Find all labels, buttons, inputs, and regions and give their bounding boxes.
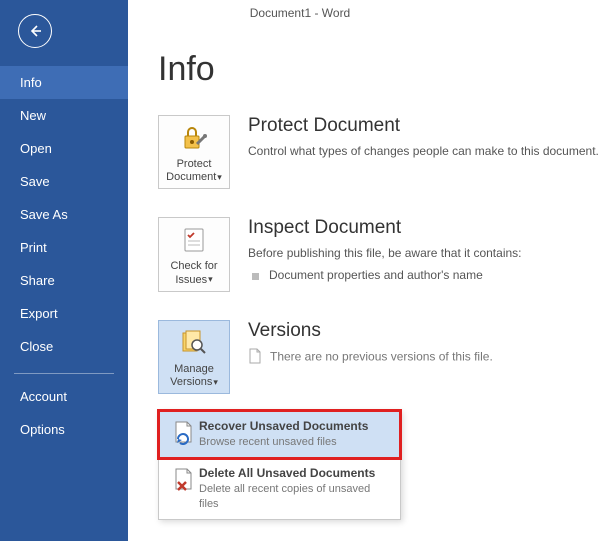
versions-desc-text: There are no previous versions of this f… <box>270 349 493 363</box>
back-button[interactable] <box>18 14 52 48</box>
inspect-bullet-text: Document properties and author's name <box>269 268 483 282</box>
manage-versions-button[interactable]: Manage Versions▾ <box>158 320 230 394</box>
protect-document-button[interactable]: Protect Document▾ <box>158 115 230 189</box>
sidebar-item-print[interactable]: Print <box>0 231 128 264</box>
protect-desc: Control what types of changes people can… <box>248 143 600 160</box>
section-protect: Protect Document▾ Protect Document Contr… <box>158 115 600 189</box>
sidebar-item-open[interactable]: Open <box>0 132 128 165</box>
versions-btn-line1: Manage <box>174 363 214 375</box>
document-refresh-icon <box>173 421 195 445</box>
recover-title: Recover Unsaved Documents <box>199 419 390 433</box>
manage-versions-dropdown: Recover Unsaved Documents Browse recent … <box>158 410 401 520</box>
dropdown-caret-icon: ▾ <box>213 377 218 388</box>
sidebar-item-info[interactable]: Info <box>0 66 128 99</box>
check-btn-line1: Check for <box>170 260 217 272</box>
check-issues-button[interactable]: Check for Issues▾ <box>158 217 230 291</box>
sidebar-item-saveas[interactable]: Save As <box>0 198 128 231</box>
inspect-desc: Before publishing this file, be aware th… <box>248 245 600 262</box>
section-inspect: Check for Issues▾ Inspect Document Befor… <box>158 217 600 291</box>
dropdown-caret-icon: ▾ <box>208 274 213 285</box>
page-title: Info <box>158 50 600 89</box>
back-arrow-icon <box>27 23 43 39</box>
bullet-square-icon <box>252 273 259 280</box>
menu-item-recover-unsaved[interactable]: Recover Unsaved Documents Browse recent … <box>159 411 400 458</box>
inspect-title: Inspect Document <box>248 217 600 239</box>
recover-desc: Browse recent unsaved files <box>199 435 390 449</box>
sidebar-separator <box>14 373 114 374</box>
protect-title: Protect Document <box>248 115 600 137</box>
dropdown-caret-icon: ▾ <box>217 172 222 183</box>
sidebar-item-save[interactable]: Save <box>0 165 128 198</box>
document-delete-icon <box>173 468 195 492</box>
check-btn-line2: Issues <box>175 274 207 286</box>
sidebar-item-account[interactable]: Account <box>0 380 128 413</box>
protect-btn-line1: Protect <box>177 158 212 170</box>
delete-desc: Delete all recent copies of unsaved file… <box>199 482 390 511</box>
versions-magnifier-icon <box>179 329 209 357</box>
sidebar-item-close[interactable]: Close <box>0 330 128 363</box>
document-icon <box>248 348 262 364</box>
sidebar-item-new[interactable]: New <box>0 99 128 132</box>
menu-item-delete-unsaved[interactable]: Delete All Unsaved Documents Delete all … <box>159 458 400 519</box>
sidebar-item-share[interactable]: Share <box>0 264 128 297</box>
protect-btn-line2: Document <box>166 171 216 183</box>
delete-title: Delete All Unsaved Documents <box>199 466 390 480</box>
checklist-icon <box>180 226 208 254</box>
sidebar-item-export[interactable]: Export <box>0 297 128 330</box>
lock-key-icon <box>179 124 209 152</box>
inspect-bullet: Document properties and author's name <box>248 268 600 282</box>
sidebar-item-options[interactable]: Options <box>0 413 128 446</box>
sidebar-items-upper: Info New Open Save Save As Print Share E… <box>0 66 128 363</box>
versions-btn-line2: Versions <box>170 376 212 388</box>
versions-desc-row: There are no previous versions of this f… <box>248 348 600 367</box>
versions-title: Versions <box>248 320 600 342</box>
section-versions: Manage Versions▾ Versions There are no p… <box>158 320 600 394</box>
backstage-sidebar: Info New Open Save Save As Print Share E… <box>0 0 128 541</box>
